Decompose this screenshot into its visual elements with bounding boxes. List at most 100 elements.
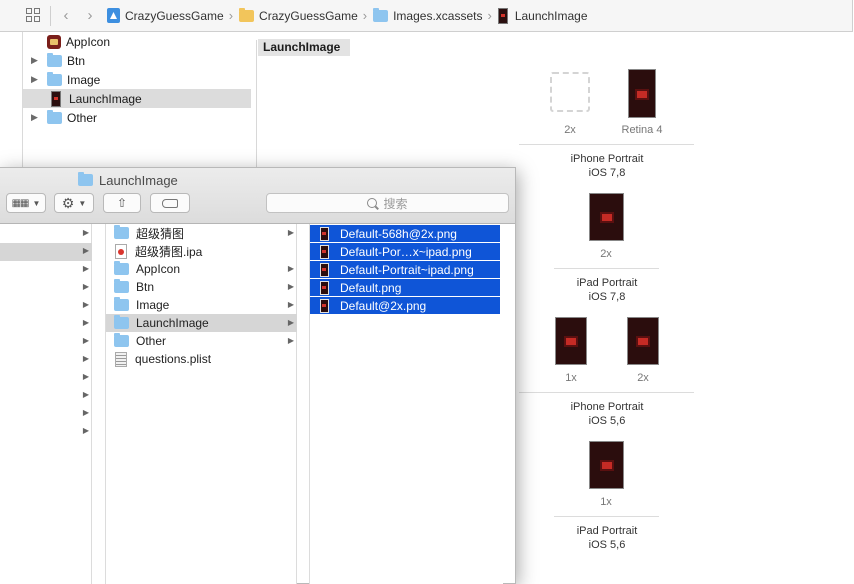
tag-button[interactable] — [150, 193, 190, 213]
finder-column-gap — [297, 224, 310, 584]
breadcrumb-group[interactable]: CrazyGuessGame › — [239, 7, 373, 23]
list-item-plist[interactable]: questions.plist — [106, 350, 297, 368]
outline-item-btn[interactable]: ▶ Btn — [23, 51, 251, 70]
list-item-other[interactable]: Other ▶ — [106, 332, 297, 350]
slot-label-1x: 1x — [565, 372, 577, 384]
share-button[interactable]: ⇧ — [103, 193, 141, 213]
finder-column-2 — [92, 224, 106, 584]
view-options-button[interactable]: ▦▦ ▼ — [6, 193, 46, 213]
outline-item-label: Btn — [67, 53, 86, 68]
expand-arrow-icon: ▶ — [287, 228, 294, 237]
list-item[interactable]: ▶ — [0, 243, 92, 261]
list-item[interactable]: ▶ — [0, 351, 92, 369]
list-item[interactable]: ▶ — [0, 423, 92, 441]
blue-folder-icon — [114, 225, 129, 239]
section-divider — [519, 392, 694, 393]
related-items-grid-icon[interactable] — [26, 7, 42, 24]
expand-arrow-icon: ▶ — [287, 300, 294, 309]
expand-arrow-icon: ▶ — [82, 264, 89, 273]
list-item-ipa[interactable]: 超级猜图.ipa — [106, 242, 297, 260]
section-title: iPad Portrait — [576, 525, 638, 537]
launch-thumbnail-ipad-1x[interactable] — [589, 441, 624, 489]
slot-label-retina4: Retina 4 — [621, 124, 663, 136]
finder-column-1[interactable]: ▶ ▶ ▶ ▶ ▶ ▶ ▶ ▶ ▶ ▶ ▶ ▶ — [0, 224, 92, 584]
blue-folder-icon — [47, 109, 62, 124]
list-item[interactable]: ▶ — [0, 405, 92, 423]
file-default-568h[interactable]: Default-568h@2x.png — [310, 225, 500, 242]
file-label: Default@2x.png — [340, 298, 427, 313]
disclosure-triangle-icon[interactable]: ▶ — [31, 112, 41, 123]
outline-item-launchimage[interactable]: LaunchImage — [23, 89, 251, 108]
disclosure-triangle-icon[interactable]: ▶ — [31, 55, 41, 66]
outline-item-image[interactable]: ▶ Image — [23, 70, 251, 89]
file-default-portrait-2x-ipad[interactable]: Default-Por…x~ipad.png — [310, 243, 500, 260]
expand-arrow-icon: ▶ — [82, 246, 89, 255]
outline-item-label: Other — [67, 110, 98, 125]
outline-item-label: LaunchImage — [69, 91, 142, 106]
list-item[interactable]: ▶ — [0, 297, 92, 315]
list-item[interactable]: ▶ — [0, 387, 92, 405]
action-menu-button[interactable]: ⚙ ▼ — [54, 193, 94, 213]
png-file-icon — [320, 244, 329, 259]
breadcrumb-project[interactable]: CrazyGuessGame › — [107, 8, 239, 23]
file-default-2x[interactable]: Default@2x.png — [310, 297, 500, 314]
launch-thumbnail-ipad-2x[interactable] — [589, 193, 624, 241]
expand-arrow-icon: ▶ — [82, 390, 89, 399]
list-item-label: 超级猜图 — [136, 226, 185, 241]
finder-column-files[interactable]: Default-568h@2x.png Default-Por…x~ipad.p… — [310, 224, 503, 584]
png-file-icon — [320, 262, 329, 277]
blue-folder-icon — [114, 315, 129, 329]
list-item[interactable]: ▶ — [0, 369, 92, 387]
finder-window: LaunchImage ▦▦ ▼ ⚙ ▼ ⇧ 搜索 ▶ ▶ ▶ ▶ ▶ ▶ ▶ … — [0, 167, 516, 584]
editor-set-title: LaunchImage — [258, 39, 350, 56]
list-item-label: 超级猜图.ipa — [135, 244, 203, 259]
expand-arrow-icon: ▶ — [287, 318, 294, 327]
list-item[interactable]: ▶ — [0, 315, 92, 333]
list-item-btn[interactable]: Btn ▶ — [106, 278, 297, 296]
list-item-image[interactable]: Image ▶ — [106, 296, 297, 314]
list-item[interactable]: ▶ — [0, 333, 92, 351]
blue-folder-icon — [114, 333, 129, 347]
file-default-portrait-ipad[interactable]: Default-Portrait~ipad.png — [310, 261, 500, 278]
list-item-launchimage[interactable]: LaunchImage ▶ — [106, 314, 297, 332]
file-default[interactable]: Default.png — [310, 279, 500, 296]
list-item[interactable]: ▶ — [0, 261, 92, 279]
launch-thumbnail-2x[interactable] — [627, 317, 659, 365]
forward-chevron-icon[interactable]: › — [83, 7, 97, 24]
breadcrumb-chevron-icon: › — [487, 8, 492, 23]
search-field[interactable]: 搜索 — [266, 193, 509, 213]
launch-thumbnail-retina4[interactable] — [628, 69, 656, 118]
expand-arrow-icon: ▶ — [82, 300, 89, 309]
blue-folder-icon — [114, 261, 129, 275]
list-item-label: Other — [136, 334, 167, 348]
empty-image-slot-2x[interactable] — [550, 72, 590, 112]
section-subtitle: iOS 7,8 — [588, 167, 626, 179]
expand-arrow-icon: ▶ — [287, 282, 294, 291]
list-item-folder-chaojicaitu[interactable]: 超级猜图 ▶ — [106, 224, 297, 242]
outline-item-appicon[interactable]: AppIcon — [23, 32, 251, 51]
breadcrumb-assets-label: Images.xcassets — [393, 8, 483, 23]
outline-item-other[interactable]: ▶ Other — [23, 108, 251, 127]
expand-arrow-icon: ▶ — [82, 408, 89, 417]
section-iphone-portrait-ios56: iPhone Portrait iOS 5,6 — [522, 400, 692, 428]
list-item-label: LaunchImage — [136, 316, 209, 330]
section-title: iPhone Portrait — [570, 401, 644, 413]
disclosure-triangle-icon[interactable]: ▶ — [31, 74, 41, 85]
expand-arrow-icon: ▶ — [82, 372, 89, 381]
launch-thumbnail-1x[interactable] — [555, 317, 587, 365]
list-item[interactable]: ▶ — [0, 279, 92, 297]
list-item-appicon[interactable]: AppIcon ▶ — [106, 260, 297, 278]
section-subtitle: iOS 5,6 — [588, 539, 626, 551]
blue-folder-icon — [114, 279, 129, 293]
outline-item-label: Image — [67, 72, 101, 87]
blue-folder-icon — [78, 172, 93, 186]
section-ipad-portrait-ios78: iPad Portrait iOS 7,8 — [522, 276, 692, 304]
back-chevron-icon[interactable]: ‹ — [59, 7, 73, 24]
ipa-file-icon — [115, 243, 127, 259]
breadcrumb-assets[interactable]: Images.xcassets › — [373, 7, 498, 23]
section-divider — [554, 268, 659, 269]
breadcrumb-launchimage[interactable]: LaunchImage — [497, 7, 588, 24]
list-item[interactable]: ▶ — [0, 225, 92, 243]
finder-column-folder[interactable]: 超级猜图 ▶ 超级猜图.ipa AppIcon ▶ Btn ▶ Image ▶ … — [106, 224, 297, 584]
list-item-label: AppIcon — [136, 262, 181, 276]
